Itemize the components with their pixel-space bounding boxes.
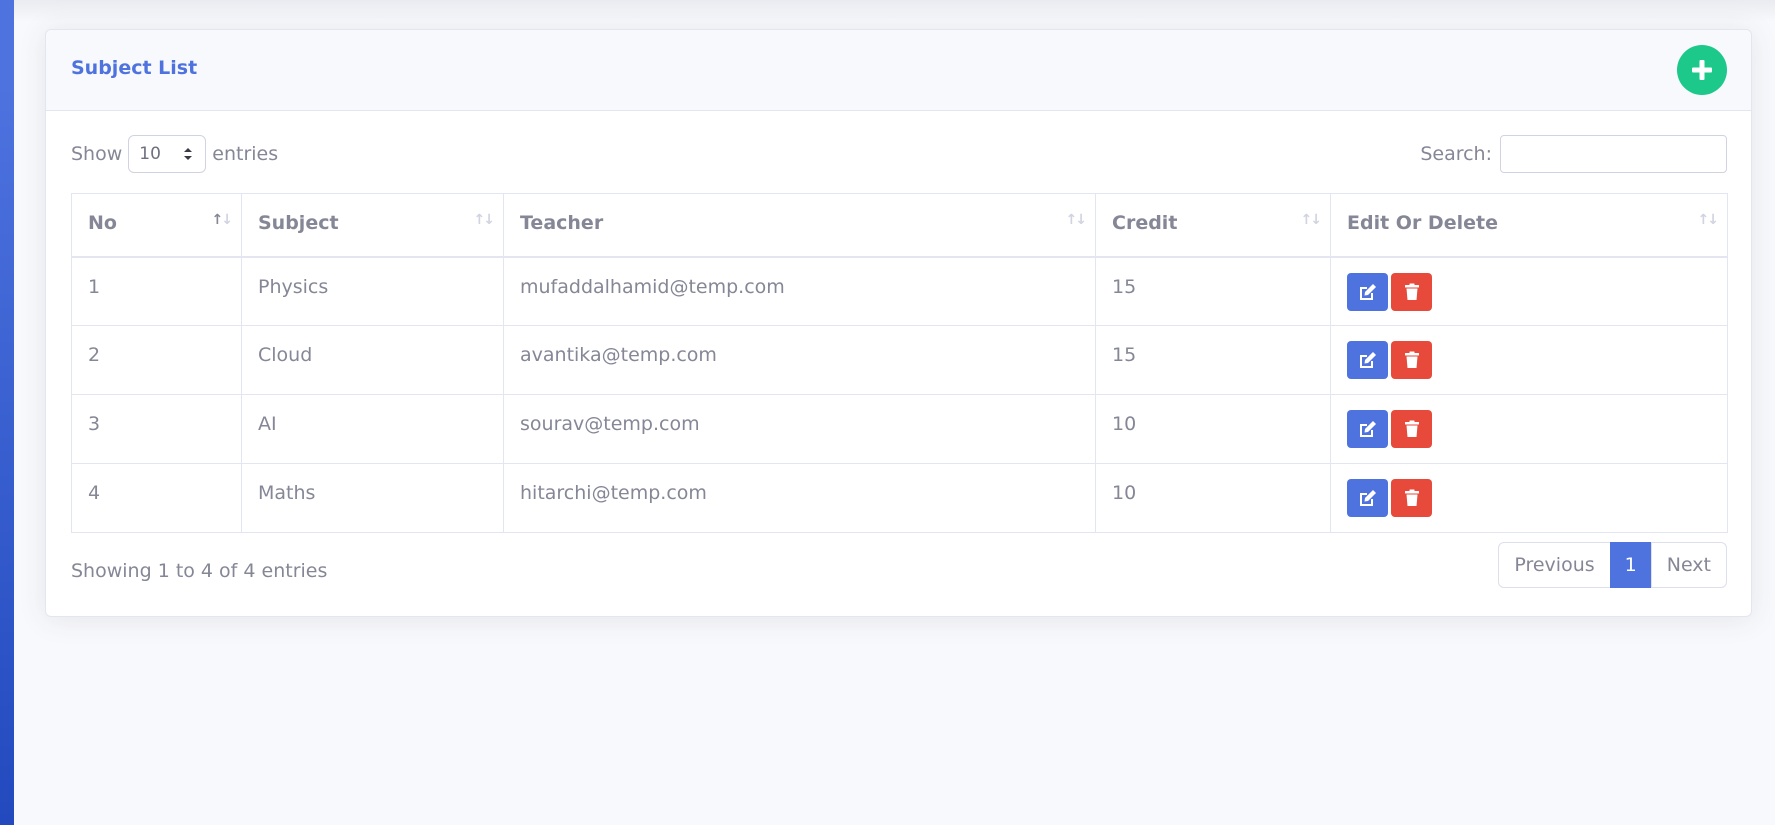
cell-actions (1330, 394, 1728, 464)
search-input[interactable] (1500, 135, 1727, 173)
sort-icon: ↑↓ (473, 212, 496, 228)
cell-actions (1330, 325, 1728, 395)
table-row: 1 Physics mufaddalhamid@temp.com 15 (71, 256, 1728, 326)
edit-icon (1359, 352, 1376, 368)
cell-teacher: mufaddalhamid@temp.com (503, 256, 1096, 326)
column-header-teacher[interactable]: Teacher ↑↓ (503, 193, 1096, 258)
delete-button[interactable] (1391, 479, 1432, 517)
cell-subject: Physics (241, 256, 504, 326)
cell-teacher: avantika@temp.com (503, 325, 1096, 395)
table-row: 3 AI sourav@temp.com 10 (71, 394, 1728, 464)
column-header-label: Credit (1112, 212, 1178, 234)
entries-length-control: Show 10 entries (71, 135, 278, 173)
column-header-label: No (88, 212, 117, 234)
column-header-no[interactable]: No ↑↓ (71, 193, 242, 258)
cell-teacher: hitarchi@temp.com (503, 463, 1096, 533)
plus-icon (1692, 60, 1712, 80)
cell-credit: 15 (1095, 325, 1331, 395)
sidebar-edge (0, 0, 14, 825)
next-page-button[interactable]: Next (1650, 542, 1727, 588)
trash-icon (1404, 351, 1419, 368)
edit-button[interactable] (1347, 272, 1388, 311)
topbar-shadow (14, 0, 1775, 22)
card-header: Subject List (46, 30, 1751, 111)
cell-subject: Maths (241, 463, 504, 533)
column-header-actions[interactable]: Edit Or Delete ↑↓ (1330, 193, 1728, 258)
cell-credit: 10 (1095, 463, 1331, 533)
trash-icon (1404, 420, 1419, 437)
column-header-label: Subject (258, 212, 339, 234)
cell-teacher: sourav@temp.com (503, 394, 1096, 464)
entries-label: entries (212, 143, 279, 165)
search-control: Search: (1420, 135, 1727, 173)
search-label: Search: (1420, 143, 1492, 165)
cell-no: 4 (71, 463, 242, 533)
column-header-subject[interactable]: Subject ↑↓ (241, 193, 504, 258)
cell-subject: Cloud (241, 325, 504, 395)
cell-no: 1 (71, 256, 242, 326)
cell-no: 2 (71, 325, 242, 395)
sort-icon: ↑↓ (1300, 212, 1323, 228)
trash-icon (1404, 283, 1419, 300)
cell-actions (1330, 256, 1728, 326)
sort-asc-icon: ↑↓ (211, 212, 234, 228)
edit-icon (1359, 490, 1376, 506)
delete-button[interactable] (1391, 272, 1432, 311)
cell-no: 3 (71, 394, 242, 464)
delete-button[interactable] (1391, 410, 1432, 448)
sort-icon: ↑↓ (1697, 212, 1720, 228)
subject-table: No ↑↓ Subject ↑↓ Teacher ↑↓ Credit ↑↓ Ed… (71, 193, 1728, 533)
edit-button[interactable] (1347, 341, 1388, 379)
entries-per-page-value: 10 (139, 144, 161, 164)
add-subject-button[interactable] (1677, 45, 1727, 95)
sort-icon: ↑↓ (1065, 212, 1088, 228)
table-info: Showing 1 to 4 of 4 entries (71, 560, 328, 582)
entries-per-page-select[interactable]: 10 (128, 135, 207, 173)
trash-icon (1404, 489, 1419, 506)
pagination: Previous 1 Next (1498, 542, 1727, 588)
previous-page-button[interactable]: Previous (1498, 542, 1611, 588)
card-title: Subject List (71, 57, 198, 79)
select-arrows-icon (184, 148, 193, 160)
cell-subject: AI (241, 394, 504, 464)
table-header-row: No ↑↓ Subject ↑↓ Teacher ↑↓ Credit ↑↓ Ed… (71, 193, 1728, 258)
page-1-button[interactable]: 1 (1609, 542, 1652, 588)
table-row: 2 Cloud avantika@temp.com 15 (71, 325, 1728, 395)
edit-icon (1359, 421, 1376, 437)
cell-credit: 15 (1095, 256, 1331, 326)
delete-button[interactable] (1391, 341, 1432, 379)
cell-actions (1330, 463, 1728, 533)
edit-button[interactable] (1347, 410, 1388, 448)
show-label: Show (71, 143, 123, 165)
subject-list-card: Subject List Show 10 entries Search: No … (45, 29, 1752, 617)
column-header-label: Edit Or Delete (1347, 212, 1498, 234)
column-header-label: Teacher (520, 212, 604, 234)
table-row: 4 Maths hitarchi@temp.com 10 (71, 463, 1728, 533)
edit-button[interactable] (1347, 479, 1388, 517)
edit-icon (1359, 283, 1376, 300)
column-header-credit[interactable]: Credit ↑↓ (1095, 193, 1331, 258)
cell-credit: 10 (1095, 394, 1331, 464)
